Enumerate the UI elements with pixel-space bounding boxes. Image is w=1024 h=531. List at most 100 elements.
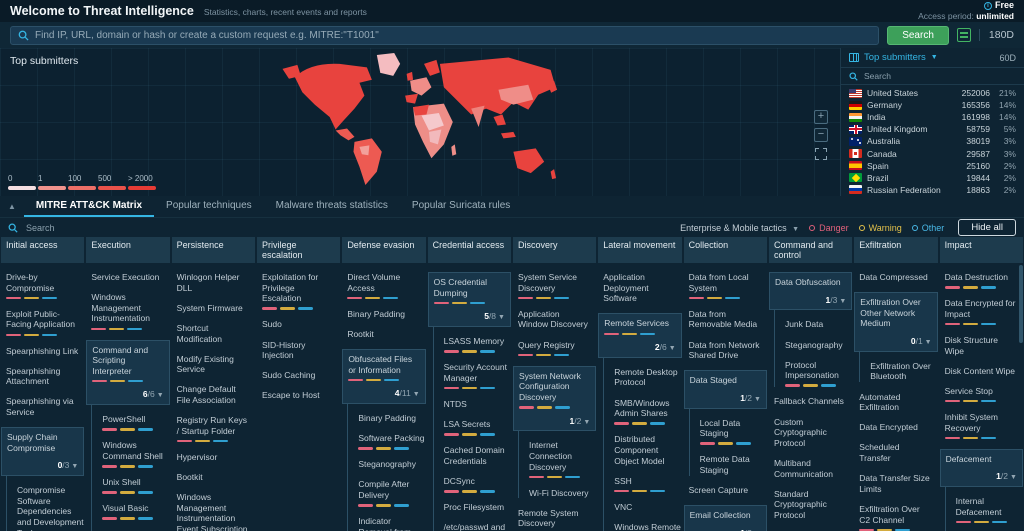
saved-requests-icon[interactable] xyxy=(957,28,971,42)
technique-disk-structure-wipe[interactable]: Disk Structure Wipe xyxy=(940,335,1023,356)
technique-rootkit[interactable]: Rootkit xyxy=(342,329,425,340)
technique-exploit-public-facing-application[interactable]: Exploit Public-Facing Application xyxy=(1,309,84,336)
subtechnique-smb-windows-admin-shares[interactable]: SMB/Windows Admin Shares xyxy=(614,398,681,425)
search-button[interactable]: Search xyxy=(887,26,949,45)
technique-group-command-and-scripting-interpreter[interactable]: Command and Scripting Interpreter6/6▼ xyxy=(86,340,169,406)
subtechnique-internet-connection-discovery[interactable]: Internet Connection Discovery xyxy=(529,440,596,478)
technique-application-deployment-software[interactable]: Application Deployment Software xyxy=(598,272,681,304)
submitters-period[interactable]: 60D xyxy=(999,53,1016,63)
country-row[interactable]: United States25200621% xyxy=(841,87,1024,99)
technique-hypervisor[interactable]: Hypervisor xyxy=(172,452,255,463)
technique-system-firmware[interactable]: System Firmware xyxy=(172,303,255,314)
subtechnique-etc-passwd-and-etc-shadow[interactable]: /etc/passwd and /etc/shadow xyxy=(444,522,511,531)
technique-group-data-obfuscation[interactable]: Data Obfuscation1/3▼ xyxy=(769,272,852,310)
technique-data-destruction[interactable]: Data Destruction xyxy=(940,272,1023,289)
subtechnique-proc-filesystem[interactable]: Proc Filesystem xyxy=(444,502,511,513)
tab-popular-suricata-rules[interactable]: Popular Suricata rules xyxy=(400,196,522,217)
technique-shortcut-modification[interactable]: Shortcut Modification xyxy=(172,323,255,344)
technique-group-system-network-configuration-discovery[interactable]: System Network Configuration Discovery1/… xyxy=(513,366,596,432)
technique-modify-existing-service[interactable]: Modify Existing Service xyxy=(172,354,255,375)
subtechnique-windows-command-shell[interactable]: Windows Command Shell xyxy=(102,440,169,467)
country-row[interactable]: Germany16535614% xyxy=(841,99,1024,111)
technique-scheduled-transfer[interactable]: Scheduled Transfer xyxy=(854,442,937,463)
subtechnique-binary-padding[interactable]: Binary Padding xyxy=(358,413,425,424)
technique-multiband-communication[interactable]: Multiband Communication xyxy=(769,458,852,479)
technique-data-from-local-system[interactable]: Data from Local System xyxy=(684,272,767,299)
technique-group-remote-services[interactable]: Remote Services2/6▼ xyxy=(598,313,681,357)
country-row[interactable]: India16199814% xyxy=(841,111,1024,123)
subtechnique-remote-data-staging[interactable]: Remote Data Staging xyxy=(700,454,767,475)
technique-disk-content-wipe[interactable]: Disk Content Wipe xyxy=(940,366,1023,377)
technique-winlogon-helper-dll[interactable]: Winlogon Helper DLL xyxy=(172,272,255,293)
tactics-filter-dropdown[interactable]: Enterprise & Mobile tactics ▼ xyxy=(680,223,799,233)
fullscreen-icon[interactable] xyxy=(815,148,827,160)
subtechnique-powershell[interactable]: PowerShell xyxy=(102,414,169,431)
matrix-scrollbar[interactable] xyxy=(1019,265,1023,343)
technique-bootkit[interactable]: Bootkit xyxy=(172,472,255,483)
subtechnique-cached-domain-credentials[interactable]: Cached Domain Credentials xyxy=(444,445,511,466)
submitters-search[interactable] xyxy=(841,68,1024,85)
technique-service-execution[interactable]: Service Execution xyxy=(86,272,169,283)
world-map[interactable] xyxy=(278,50,570,194)
tab-mitre-att-ck-matrix[interactable]: MITRE ATT&CK Matrix xyxy=(24,196,154,217)
severity-toggle-warning[interactable]: Warning xyxy=(859,223,902,233)
subtechnique-software-packing[interactable]: Software Packing xyxy=(358,433,425,450)
subtechnique-steganography[interactable]: Steganography xyxy=(785,340,852,351)
technique-group-os-credential-dumping[interactable]: OS Credential Dumping5/8▼ xyxy=(428,272,511,327)
technique-direct-volume-access[interactable]: Direct Volume Access xyxy=(342,272,425,299)
subtechnique-distributed-component-object-model[interactable]: Distributed Component Object Model xyxy=(614,434,681,466)
technique-group-supply-chain-compromise[interactable]: Supply Chain Compromise0/3▼ xyxy=(1,427,84,476)
search-period[interactable]: 180D xyxy=(979,29,1014,41)
subtechnique-ssh[interactable]: SSH xyxy=(614,476,681,493)
technique-binary-padding[interactable]: Binary Padding xyxy=(342,309,425,320)
severity-toggle-other[interactable]: Other xyxy=(912,223,945,233)
country-row[interactable]: Brazil198442% xyxy=(841,172,1024,184)
matrix-search[interactable] xyxy=(8,223,670,233)
zoom-in-button[interactable]: + xyxy=(814,110,828,124)
subtechnique-local-data-staging[interactable]: Local Data Staging xyxy=(700,418,767,445)
chevron-down-icon[interactable]: ▼ xyxy=(931,54,938,61)
technique-standard-cryptographic-protocol[interactable]: Standard Cryptographic Protocol xyxy=(769,489,852,521)
country-row[interactable]: Canada295873% xyxy=(841,147,1024,159)
technique-service-stop[interactable]: Service Stop xyxy=(940,386,1023,403)
subtechnique-wi-fi-discovery[interactable]: Wi-Fi Discovery xyxy=(529,488,596,499)
technique-escape-to-host[interactable]: Escape to Host xyxy=(257,390,340,401)
technique-spearphishing-attachment[interactable]: Spearphishing Attachment xyxy=(1,366,84,387)
country-row[interactable]: Spain251602% xyxy=(841,160,1024,172)
subtechnique-unix-shell[interactable]: Unix Shell xyxy=(102,477,169,494)
severity-toggle-danger[interactable]: Danger xyxy=(809,223,849,233)
technique-change-default-file-association[interactable]: Change Default File Association xyxy=(172,384,255,405)
country-row[interactable]: United Kingdom587595% xyxy=(841,123,1024,135)
technique-drive-by-compromise[interactable]: Drive-by Compromise xyxy=(1,272,84,299)
tab-malware-threats-statistics[interactable]: Malware threats statistics xyxy=(264,196,400,217)
subtechnique-visual-basic[interactable]: Visual Basic xyxy=(102,503,169,520)
technique-screen-capture[interactable]: Screen Capture xyxy=(684,485,767,496)
technique-group-defacement[interactable]: Defacement1/2▼ xyxy=(940,449,1023,487)
technique-sid-history-injection[interactable]: SID-History Injection xyxy=(257,340,340,361)
technique-exploitation-for-privilege-escalation[interactable]: Exploitation for Privilege Escalation xyxy=(257,272,340,310)
technique-group-obfuscated-files-or-information[interactable]: Obfuscated Files or Information4/11▼ xyxy=(342,349,425,404)
technique-group-email-collection[interactable]: Email Collection1/3▼ xyxy=(684,505,767,531)
technique-exfiltration-over-c2-channel[interactable]: Exfiltration Over C2 Channel xyxy=(854,504,937,531)
technique-application-window-discovery[interactable]: Application Window Discovery xyxy=(513,309,596,330)
country-row[interactable]: Australia380193% xyxy=(841,135,1024,147)
subtechnique-windows-remote-management[interactable]: Windows Remote Management xyxy=(614,522,681,531)
tab-popular-techniques[interactable]: Popular techniques xyxy=(154,196,264,217)
subtechnique-compile-after-delivery[interactable]: Compile After Delivery xyxy=(358,479,425,506)
subtechnique-steganography[interactable]: Steganography xyxy=(358,459,425,470)
subtechnique-ntds[interactable]: NTDS xyxy=(444,399,511,410)
technique-data-from-removable-media[interactable]: Data from Removable Media xyxy=(684,309,767,330)
subtechnique-vnc[interactable]: VNC xyxy=(614,502,681,513)
technique-fallback-channels[interactable]: Fallback Channels xyxy=(769,396,852,407)
subtechnique-indicator-removal-from-tools[interactable]: Indicator Removal from Tools xyxy=(358,516,425,531)
technique-data-from-network-shared-drive[interactable]: Data from Network Shared Drive xyxy=(684,340,767,361)
global-search-box[interactable] xyxy=(10,26,879,45)
technique-data-transfer-size-limits[interactable]: Data Transfer Size Limits xyxy=(854,473,937,494)
subtechnique-junk-data[interactable]: Junk Data xyxy=(785,319,852,330)
hide-all-button[interactable]: Hide all xyxy=(958,219,1016,236)
technique-system-service-discovery[interactable]: System Service Discovery xyxy=(513,272,596,299)
subtechnique-internal-defacement[interactable]: Internal Defacement xyxy=(956,496,1023,523)
technique-automated-exfiltration[interactable]: Automated Exfiltration xyxy=(854,392,937,413)
technique-data-compressed[interactable]: Data Compressed xyxy=(854,272,937,283)
technique-inhibit-system-recovery[interactable]: Inhibit System Recovery xyxy=(940,412,1023,439)
